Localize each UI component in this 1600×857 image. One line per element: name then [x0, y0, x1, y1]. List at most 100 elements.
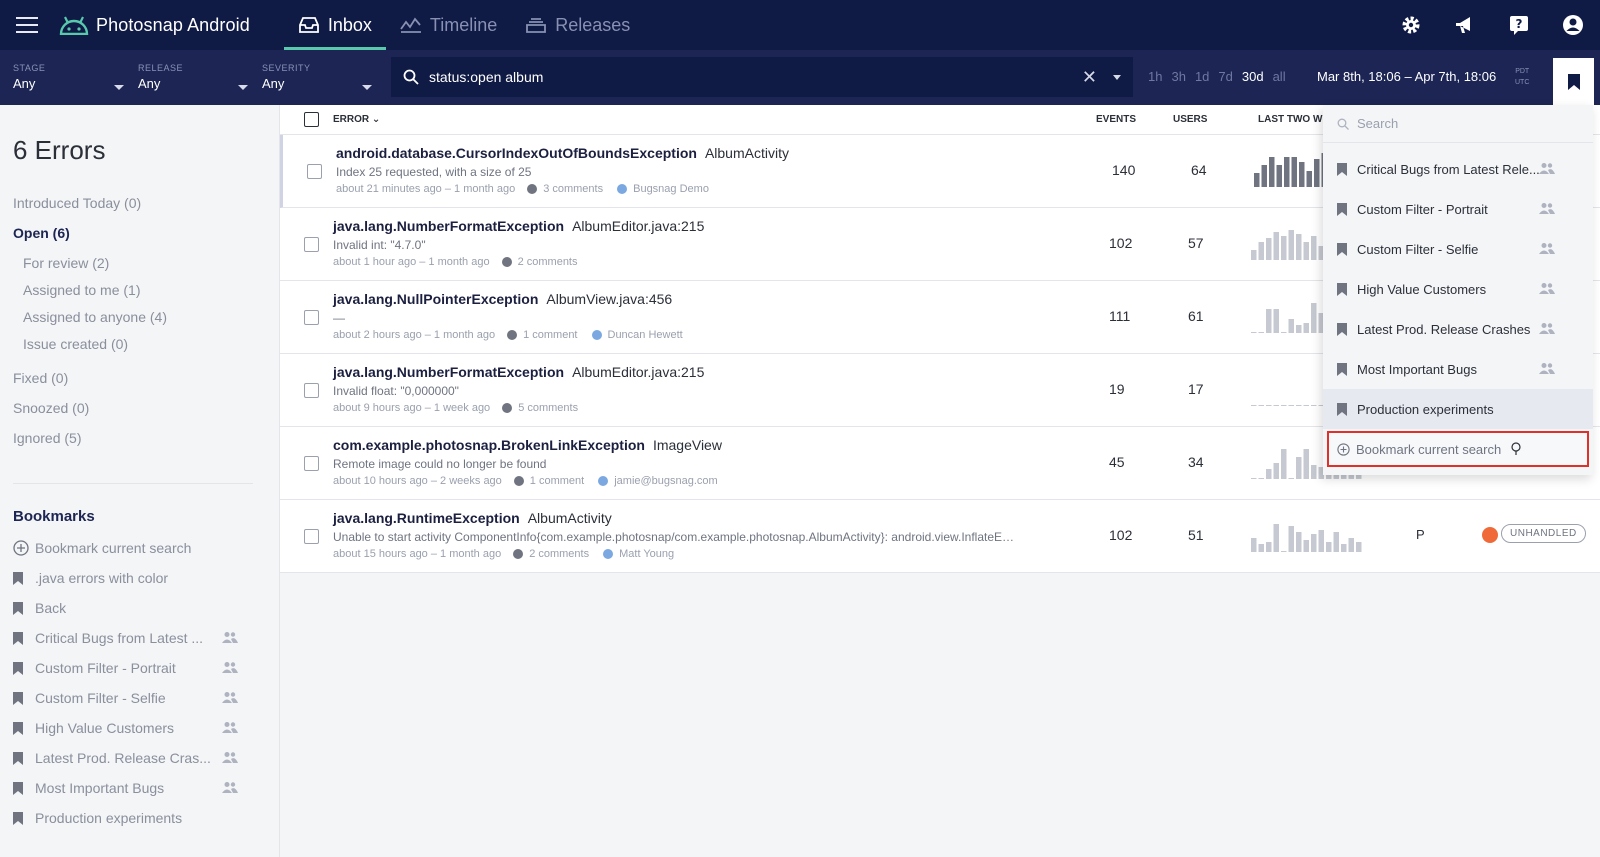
clear-search-icon[interactable]: ✕ — [1082, 67, 1097, 88]
bookmark-item[interactable]: .java errors with color — [13, 563, 238, 593]
bookmark-current-search-link[interactable]: Bookmark current search — [13, 533, 238, 563]
table-row[interactable]: java.lang.RuntimeException AlbumActivity … — [280, 500, 1600, 573]
spark-bar — [1273, 232, 1279, 260]
sidebar-item-issue-created[interactable]: Issue created (0) — [13, 336, 167, 370]
sidebar-item-assigned-to-me[interactable]: Assigned to me (1) — [13, 282, 167, 309]
inbox-icon — [298, 17, 319, 33]
tab-releases[interactable]: Releases — [511, 0, 644, 50]
shared-users-icon — [1539, 283, 1555, 294]
bookmark-dropdown-item[interactable]: Critical Bugs from Latest Rele... — [1323, 149, 1593, 189]
comment-count[interactable]: 3 comments — [543, 183, 603, 195]
row-checkbox[interactable] — [307, 164, 322, 179]
menu-icon[interactable] — [16, 17, 38, 33]
search-dropdown-icon[interactable] — [1113, 75, 1121, 80]
bookmark-dropdown-item[interactable]: Production experiments — [1323, 389, 1593, 429]
tab-inbox[interactable]: Inbox — [283, 0, 386, 50]
spark-bar — [1266, 309, 1272, 333]
spark-bar — [1281, 332, 1287, 333]
bookmark-dropdown-item[interactable]: Latest Prod. Release Crashes — [1323, 309, 1593, 349]
bookmark-item[interactable]: Custom Filter - Portrait — [13, 653, 238, 683]
bookmark-dropdown-item[interactable]: High Value Customers — [1323, 269, 1593, 309]
bookmark-item[interactable]: Back — [13, 593, 238, 623]
error-title[interactable]: java.lang.NullPointerException AlbumView.… — [333, 291, 672, 307]
select-all-checkbox[interactable] — [304, 112, 319, 127]
bookmarks-heading: Bookmarks — [13, 508, 95, 525]
sidebar-divider — [13, 483, 253, 484]
shared-users-icon — [1539, 203, 1555, 214]
column-users[interactable]: USERS — [1173, 114, 1207, 125]
range-1h[interactable]: 1h — [1148, 69, 1162, 84]
bookmark-dropdown-item[interactable]: Most Important Bugs — [1323, 349, 1593, 389]
main-nav: Inbox Timeline Releases — [283, 0, 644, 50]
bookmark-item[interactable]: Custom Filter - Selfie — [13, 683, 238, 713]
comment-count[interactable]: 1 comment — [523, 329, 577, 341]
bookmark-dropdown-item[interactable]: Custom Filter - Portrait — [1323, 189, 1593, 229]
spark-bar — [1251, 405, 1257, 406]
row-checkbox[interactable] — [304, 237, 319, 252]
bookmark-item[interactable]: Latest Prod. Release Cras... — [13, 743, 238, 773]
row-checkbox[interactable] — [304, 456, 319, 471]
help-button[interactable]: ? — [1492, 0, 1546, 50]
range-30d[interactable]: 30d — [1242, 69, 1264, 84]
timezone-toggle[interactable]: PDT UTC — [1515, 66, 1529, 88]
error-time: about 21 minutes ago – 1 month ago — [336, 183, 516, 195]
release-filter[interactable]: RELEASE Any — [138, 63, 248, 91]
row-checkbox[interactable] — [304, 383, 319, 398]
error-title[interactable]: java.lang.NumberFormatException AlbumEdit… — [333, 364, 704, 380]
spark-bar — [1281, 236, 1287, 260]
page-title: 6 Errors — [13, 135, 106, 165]
settings-button[interactable] — [1384, 0, 1438, 50]
tab-timeline[interactable]: Timeline — [386, 0, 511, 50]
filter-bar: STAGE Any RELEASE Any SEVERITY Any statu… — [0, 50, 1600, 105]
range-1d[interactable]: 1d — [1195, 69, 1209, 84]
row-checkbox[interactable] — [304, 310, 319, 325]
sidebar-item-fixed[interactable]: Fixed (0) — [13, 370, 167, 400]
bookmark-dropdown-label: Latest Prod. Release Crashes — [1357, 321, 1531, 337]
sidebar-item-for-review[interactable]: For review (2) — [13, 255, 167, 282]
error-context: AlbumActivity — [527, 510, 612, 526]
range-3h[interactable]: 3h — [1171, 69, 1185, 84]
bookmark-item[interactable]: Critical Bugs from Latest ... — [13, 623, 238, 653]
bookmark-dropdown-item[interactable]: Custom Filter - Selfie — [1323, 229, 1593, 269]
error-title[interactable]: android.database.CursorIndexOutOfBoundsE… — [336, 145, 789, 161]
sidebar-item-open[interactable]: Open (6) — [13, 225, 167, 255]
row-checkbox[interactable] — [304, 529, 319, 544]
error-title[interactable]: com.example.photosnap.BrokenLinkExceptio… — [333, 437, 722, 453]
comment-count[interactable]: 2 comments — [518, 256, 578, 268]
comment-count[interactable]: 5 comments — [518, 402, 578, 414]
bookmark-item[interactable]: Production experiments — [13, 803, 238, 833]
spark-bar — [1251, 478, 1257, 479]
sidebar-item-assigned-to-anyone[interactable]: Assigned to anyone (4) — [13, 309, 167, 336]
shared-users-icon — [222, 782, 238, 793]
bookmark-search-input[interactable]: Search — [1323, 105, 1593, 143]
announcements-button[interactable] — [1438, 0, 1492, 50]
comment-count[interactable]: 1 comment — [530, 475, 584, 487]
account-button[interactable] — [1546, 0, 1600, 50]
search-query: status:open album — [429, 69, 544, 85]
column-events[interactable]: EVENTS — [1096, 114, 1136, 125]
bookmark-item[interactable]: Most Important Bugs — [13, 773, 238, 803]
column-last-two-weeks[interactable]: LAST TWO W — [1258, 114, 1322, 125]
date-range[interactable]: Mar 8th, 18:06 – Apr 7th, 18:06 — [1317, 69, 1496, 84]
bookmark-item[interactable]: High Value Customers — [13, 713, 238, 743]
stage-filter[interactable]: STAGE Any — [13, 63, 124, 91]
sidebar-item-snoozed[interactable]: Snoozed (0) — [13, 400, 167, 430]
spark-bar — [1326, 542, 1332, 552]
bookmark-current-search-label: Bookmark current search — [1356, 441, 1502, 457]
search-input[interactable]: status:open album ✕ — [391, 57, 1133, 97]
spark-bar — [1303, 540, 1309, 552]
sidebar-item-ignored[interactable]: Ignored (5) — [13, 430, 167, 460]
bookmarks-button[interactable] — [1553, 58, 1594, 105]
bookmark-current-search-button[interactable]: Bookmark current search — [1327, 431, 1589, 467]
severity-filter[interactable]: SEVERITY Any — [262, 63, 372, 91]
app-title[interactable]: Photosnap Android — [96, 15, 250, 36]
error-title[interactable]: java.lang.NumberFormatException AlbumEdit… — [333, 218, 704, 234]
range-7d[interactable]: 7d — [1218, 69, 1232, 84]
range-all[interactable]: all — [1273, 69, 1286, 84]
bookmark-label: Most Important Bugs — [35, 780, 165, 796]
error-title[interactable]: java.lang.RuntimeException AlbumActivity — [333, 510, 612, 526]
sidebar-item-introduced-today[interactable]: Introduced Today (0) — [13, 195, 167, 225]
comment-count[interactable]: 2 comments — [529, 548, 589, 560]
assigned-user: Matt Young — [619, 548, 675, 560]
column-error[interactable]: ERROR ⌄ — [333, 114, 380, 125]
